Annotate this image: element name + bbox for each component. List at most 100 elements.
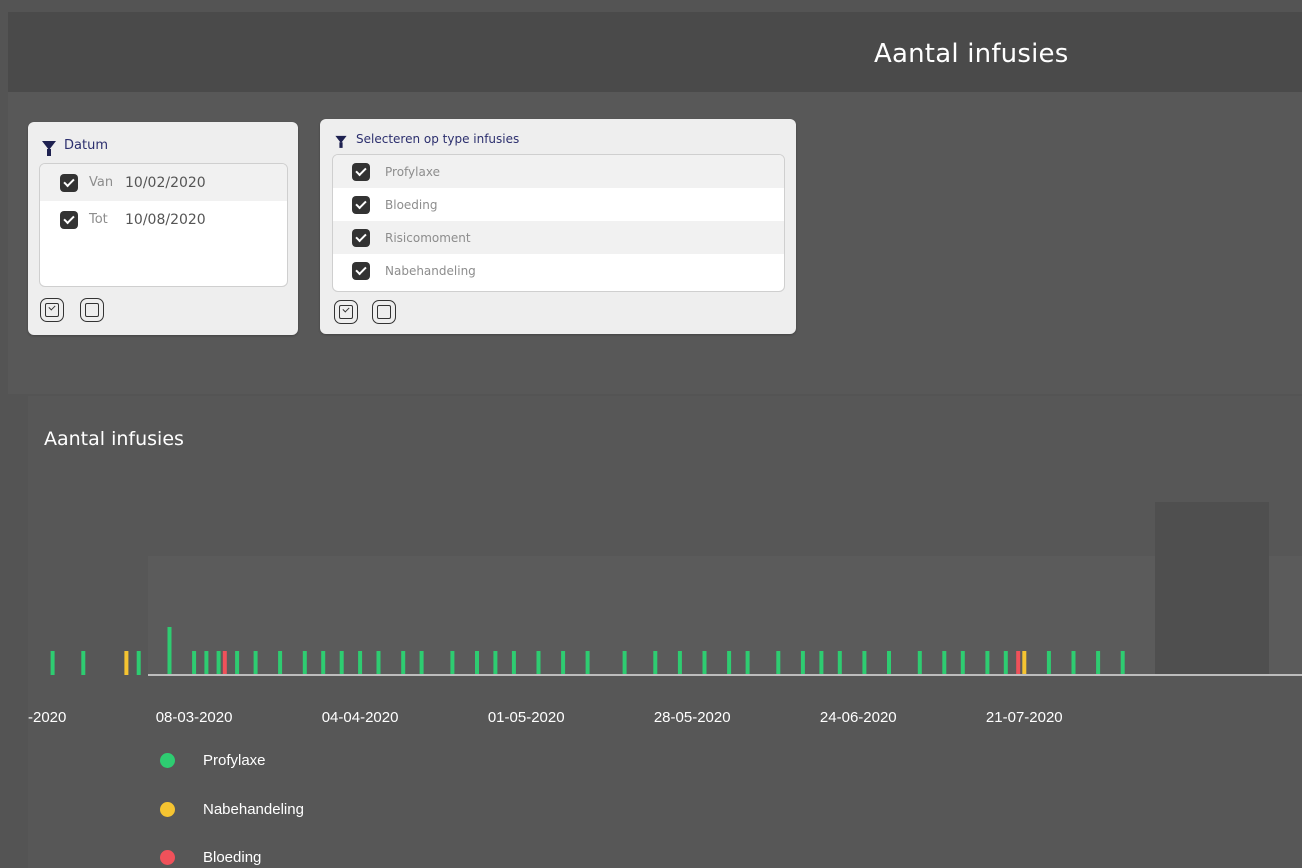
date-filter-card: Datum Van 10/02/2020 Tot 10/08/2020 (28, 122, 298, 335)
select-all-dates-button[interactable] (40, 298, 64, 322)
legend-item-nabehandeling[interactable]: Nabehandeling (160, 801, 304, 818)
bar-profylaxe-2020-06-21[interactable] (837, 651, 842, 675)
plot-area (148, 556, 1302, 674)
risicomoment-checkbox[interactable] (352, 228, 370, 247)
infusion-timeline-chart: 10-02-2020 08-03-2020 04-04-2020 01-05-2020… (28, 502, 1302, 726)
legend-dot-nabehandeling (160, 802, 175, 817)
x-tick-label: 24-06-2020 (820, 709, 897, 726)
bar-profylaxe-2020-04-04[interactable] (358, 651, 363, 675)
page-header: Aantal infusies (8, 12, 1302, 92)
bar-profylaxe-2020-07-29[interactable] (1071, 651, 1076, 675)
filter-funnel-icon (335, 135, 347, 148)
bar-profylaxe-2020-04-11[interactable] (401, 651, 406, 675)
tot-date-value[interactable]: 10/08/2020 (125, 212, 206, 228)
bar-bloeding-2020-03-13[interactable] (222, 651, 227, 675)
bar-profylaxe-2020-07-04[interactable] (917, 651, 922, 675)
bar-profylaxe-2020-04-29[interactable] (511, 651, 516, 675)
x-tick-label: 08-03-2020 (156, 709, 233, 726)
bar-profylaxe-2020-07-25[interactable] (1046, 651, 1051, 675)
bar-profylaxe-2020-03-12[interactable] (216, 651, 221, 675)
bar-profylaxe-2020-06-15[interactable] (800, 651, 805, 675)
page-title: Aantal infusies (874, 39, 1069, 69)
checked-box-icon (339, 305, 353, 319)
bar-profylaxe-2020-06-29[interactable] (887, 651, 891, 675)
bar-profylaxe-2020-08-06[interactable] (1120, 651, 1125, 675)
date-filter-header: Datum (42, 135, 108, 156)
date-row-tot[interactable]: Tot 10/08/2020 (40, 201, 287, 238)
legend-item-profylaxe[interactable]: Profylaxe (160, 752, 266, 769)
bar-profylaxe-2020-06-03[interactable] (727, 651, 732, 675)
bar-profylaxe-2020-05-11[interactable] (585, 651, 590, 675)
bar-profylaxe-2020-06-18[interactable] (819, 651, 824, 675)
legend-label-bloeding: Bloeding (203, 849, 262, 866)
bar-profylaxe-2020-05-17[interactable] (622, 651, 627, 675)
profylaxe-checkbox[interactable] (352, 162, 370, 181)
bar-profylaxe-2020-03-04[interactable] (167, 627, 172, 675)
chart-panel: Aantal infusies 10-02-202008-03-202004-0… (28, 396, 1302, 868)
bloeding-checkbox[interactable] (352, 195, 370, 214)
bar-profylaxe-2020-07-18[interactable] (1003, 651, 1008, 675)
bar-nabehandeling-2020-02-26[interactable] (124, 651, 129, 675)
bar-profylaxe-2020-06-25[interactable] (862, 651, 867, 675)
bar-profylaxe-2020-04-07[interactable] (376, 651, 381, 675)
tot-checkbox[interactable] (60, 210, 78, 229)
van-checkbox[interactable] (60, 173, 78, 192)
bar-profylaxe-2020-05-26[interactable] (677, 651, 682, 675)
bar-bloeding-2020-07-20[interactable] (1016, 651, 1021, 675)
bar-profylaxe-2020-07-11[interactable] (960, 651, 965, 675)
empty-box-icon (377, 305, 391, 319)
bloeding-label: Bloeding (385, 197, 438, 212)
profylaxe-label: Profylaxe (385, 164, 440, 179)
type-filter-title: Selecteren op type infusies (356, 132, 520, 146)
type-option-bloeding[interactable]: Bloeding (333, 188, 784, 221)
type-filter-list: Profylaxe Bloeding Risicomoment Nabehand… (332, 154, 785, 292)
bar-profylaxe-2020-02-19[interactable] (81, 651, 86, 675)
x-tick-label: 01-05-2020 (488, 709, 565, 726)
date-filter-title: Datum (64, 137, 108, 153)
bar-profylaxe-2020-03-29[interactable] (321, 651, 326, 675)
bar-profylaxe-2020-07-08[interactable] (942, 651, 947, 675)
x-tick-label: 10-02-2020 (28, 709, 66, 726)
bar-profylaxe-2020-06-06[interactable] (745, 651, 750, 675)
legend-dot-bloeding (160, 850, 175, 865)
bar-profylaxe-2020-04-23[interactable] (475, 651, 479, 675)
highlight-window (1155, 502, 1269, 674)
bar-profylaxe-2020-03-15[interactable] (235, 651, 240, 675)
bar-profylaxe-2020-03-08[interactable] (192, 651, 197, 675)
nabehandeling-checkbox[interactable] (352, 261, 370, 280)
bar-profylaxe-2020-02-28[interactable] (136, 651, 141, 675)
bar-nabehandeling-2020-07-21[interactable] (1022, 651, 1027, 675)
bar-profylaxe-2020-08-02[interactable] (1096, 651, 1101, 675)
type-option-profylaxe[interactable]: Profylaxe (333, 155, 784, 188)
checked-box-icon (45, 303, 59, 317)
bar-profylaxe-2020-04-14[interactable] (419, 651, 424, 675)
tot-label: Tot (89, 212, 108, 227)
legend-item-bloeding[interactable]: Bloeding (160, 849, 261, 866)
bar-profylaxe-2020-04-26[interactable] (493, 651, 498, 675)
bar-profylaxe-2020-04-01[interactable] (339, 651, 344, 675)
bar-profylaxe-2020-05-30[interactable] (702, 651, 707, 675)
bar-profylaxe-2020-06-11[interactable] (776, 651, 781, 675)
bar-profylaxe-2020-05-07[interactable] (561, 651, 566, 675)
type-option-risicomoment[interactable]: Risicomoment (333, 221, 784, 254)
bar-profylaxe-2020-03-18[interactable] (253, 651, 258, 675)
bar-profylaxe-2020-03-22[interactable] (278, 651, 283, 675)
type-option-nabehandeling[interactable]: Nabehandeling (333, 254, 784, 287)
nabehandeling-label: Nabehandeling (385, 263, 476, 278)
date-row-van[interactable]: Van 10/02/2020 (40, 164, 287, 201)
bar-profylaxe-2020-05-03[interactable] (536, 651, 541, 675)
bar-profylaxe-2020-03-10[interactable] (204, 651, 209, 675)
bar-profylaxe-2020-04-19[interactable] (450, 651, 455, 675)
x-tick-label: 28-05-2020 (654, 709, 731, 726)
deselect-all-types-button[interactable] (372, 300, 396, 324)
select-all-types-button[interactable] (334, 300, 358, 324)
type-filter-card: Selecteren op type infusies Profylaxe Bl… (320, 119, 796, 334)
legend-dot-profylaxe (160, 753, 175, 768)
bar-profylaxe-2020-02-14[interactable] (50, 651, 55, 675)
van-date-value[interactable]: 10/02/2020 (125, 175, 206, 191)
bar-profylaxe-2020-05-22[interactable] (653, 651, 658, 675)
deselect-all-dates-button[interactable] (80, 298, 104, 322)
bar-profylaxe-2020-03-26[interactable] (302, 651, 307, 675)
bar-profylaxe-2020-07-15[interactable] (985, 651, 990, 675)
filter-funnel-icon (42, 140, 56, 156)
